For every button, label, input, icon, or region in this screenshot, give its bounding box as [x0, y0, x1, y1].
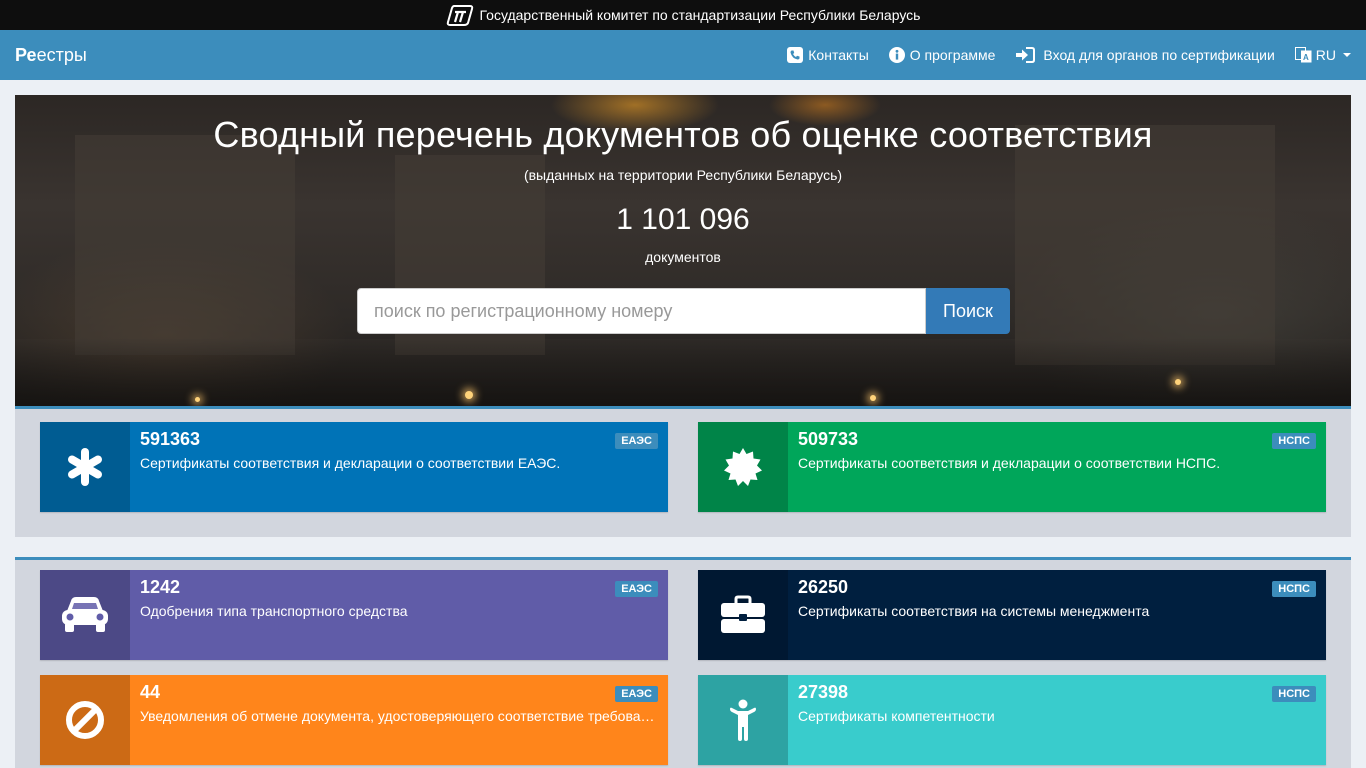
info-icon [888, 47, 905, 63]
registry-count: 44 [140, 682, 161, 702]
registry-section-main: 591363 Сертификаты соответствия и деклар… [15, 409, 1351, 537]
registry-box-nsps-certificates[interactable]: 509733 Сертификаты соответствия и деклар… [698, 422, 1326, 512]
nav-contacts-label: Контакты [808, 47, 869, 63]
nav-about[interactable]: О программе [888, 47, 996, 63]
language-label: RU [1315, 47, 1336, 63]
registry-count: 591363 [140, 429, 201, 449]
brand-bold: Ре [15, 44, 37, 65]
registry-badge: ЕАЭС [615, 433, 658, 449]
search-form: Поиск [357, 288, 1010, 334]
nav-sign-in[interactable]: Вход для органов по сертификации [1015, 47, 1275, 63]
registry-box-competence-certificates[interactable]: 27398 Сертификаты компетентности НСПС [698, 675, 1326, 765]
person-icon [698, 675, 788, 765]
search-button[interactable]: Поиск [926, 288, 1010, 334]
ban-icon [40, 675, 130, 765]
registry-box-eaeu-certificates[interactable]: 591363 Сертификаты соответствия и деклар… [40, 422, 668, 512]
car-light [870, 395, 876, 401]
caret-down-icon [1343, 53, 1351, 57]
nav-sign-in-label: Вход для органов по сертификации [1043, 47, 1275, 63]
car-light [195, 397, 200, 402]
registry-description: Одобрения типа транспортного средства [140, 603, 408, 619]
background-road [15, 339, 1351, 409]
nav-about-label: О программе [909, 47, 996, 63]
registry-box-cancellation-notices[interactable]: 44 Уведомления об отмене документа, удос… [40, 675, 668, 765]
page-title: Сводный перечень документов об оценке со… [213, 114, 1153, 155]
car-icon [40, 570, 130, 660]
brand-logo[interactable]: Реестры [15, 45, 87, 66]
asterisk-icon [40, 422, 130, 512]
registry-count: 27398 [798, 682, 849, 702]
registry-description: Сертификаты соответствия и декларации о … [140, 455, 561, 471]
nav-menu: Контакты О программе Вход для органов по… [767, 47, 1351, 63]
hero-content: Сводный перечень документов об оценке со… [15, 95, 1351, 265]
car-light [1175, 379, 1181, 385]
car-light [465, 391, 473, 399]
registry-section-other: 1242 Одобрения типа транспортного средст… [15, 557, 1351, 768]
registry-badge: ЕАЭС [615, 686, 658, 702]
registry-description: Сертификаты компетентности [798, 708, 995, 724]
total-documents-label: документов [645, 249, 721, 265]
certificate-icon [698, 422, 788, 512]
registry-count: 1242 [140, 577, 181, 597]
search-input[interactable] [357, 288, 926, 334]
registry-description: Уведомления об отмене документа, удостов… [140, 708, 656, 724]
registry-badge: НСПС [1272, 581, 1316, 597]
language-dropdown[interactable]: A RU [1294, 47, 1351, 63]
registry-badge: НСПС [1272, 686, 1316, 702]
registry-badge: ЕАЭС [615, 581, 658, 597]
svg-text:A: A [1303, 53, 1309, 62]
registry-count: 26250 [798, 577, 849, 597]
navbar: Реестры Контакты О программе Вход для ор… [0, 30, 1366, 80]
language-icon: A [1294, 47, 1312, 63]
hero-banner: Сводный перечень документов об оценке со… [15, 95, 1351, 409]
registry-badge: НСПС [1272, 433, 1316, 449]
gosstandart-logo-icon [446, 4, 476, 26]
registry-box-vehicle-approvals[interactable]: 1242 Одобрения типа транспортного средст… [40, 570, 668, 660]
briefcase-icon [698, 570, 788, 660]
nav-contacts[interactable]: Контакты [787, 47, 869, 63]
brand-rest: естры [36, 44, 87, 65]
registry-description: Сертификаты соответствия на системы мене… [798, 603, 1150, 619]
page-subtitle: (выданных на территории Республики Белар… [523, 167, 843, 183]
total-documents-count: 1 101 096 [616, 203, 750, 236]
sign-in-icon [1016, 47, 1036, 63]
phone-icon [787, 47, 804, 63]
registry-box-management-systems[interactable]: 26250 Сертификаты соответствия на систем… [698, 570, 1326, 660]
registry-count: 509733 [798, 429, 859, 449]
top-banner-text: Государственный комитет по стандартизаци… [479, 7, 921, 23]
top-banner: Государственный комитет по стандартизаци… [0, 0, 1366, 30]
registry-description: Сертификаты соответствия и декларации о … [798, 455, 1221, 471]
